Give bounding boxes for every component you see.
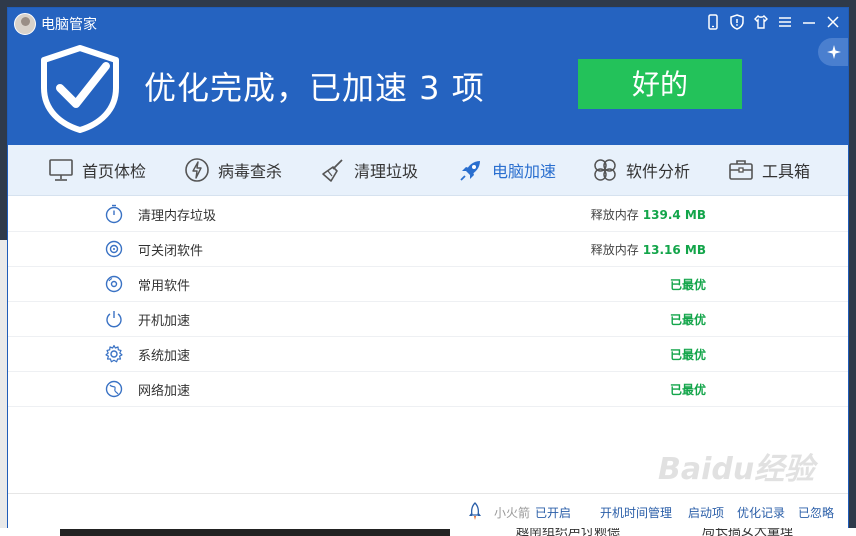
startup-items-link[interactable]: 启动项 <box>688 504 724 521</box>
row-label: 网络加速 <box>138 384 191 399</box>
rocket-icon <box>460 161 480 181</box>
tab-software-analysis-label: 软件分析 <box>626 162 691 181</box>
small-rocket-icon <box>469 502 481 520</box>
skin-icon[interactable] <box>754 14 768 30</box>
status-value: 已最优 <box>669 278 706 292</box>
status-prefix: 释放内存 <box>590 243 639 257</box>
tab-toolbox-label: 工具箱 <box>762 162 811 181</box>
timer-icon <box>105 204 123 224</box>
tab-clean-junk-label: 清理垃圾 <box>354 162 419 181</box>
row-label: 可关闭软件 <box>138 244 204 259</box>
tab-virus-scan[interactable]: 病毒查杀 <box>184 155 282 185</box>
list-item: 开机加速 已最优 <box>8 301 848 337</box>
close-icon[interactable] <box>826 14 840 30</box>
status-value: 已最优 <box>669 348 706 362</box>
tab-pc-speedup-label: 电脑加速 <box>492 162 557 181</box>
banner-message: 优化完成，已加速 3 项 <box>144 69 485 107</box>
toolbox-icon <box>729 160 753 180</box>
header: 电脑管家 优化完成，已加速 3 项 好的 <box>8 8 848 145</box>
sparkle-icon <box>827 45 841 59</box>
phone-icon[interactable] <box>706 14 720 30</box>
monitor-icon <box>49 159 73 181</box>
clover-icon <box>594 159 616 181</box>
status-value: 139.4 MB <box>642 208 706 222</box>
shield-check-logo-icon <box>41 45 119 133</box>
boot-time-link[interactable]: 开机时间管理 <box>600 504 672 521</box>
baidu-watermark: Baidu经验 <box>658 452 815 487</box>
status-value: 13.16 MB <box>642 243 706 257</box>
row-label: 开机加速 <box>138 314 191 329</box>
status-value: 已最优 <box>669 383 706 397</box>
shield-small-icon[interactable] <box>730 14 744 30</box>
row-label: 清理内存垃圾 <box>138 209 217 224</box>
ok-button[interactable]: 好的 <box>578 59 742 109</box>
list-item: 清理内存垃圾 释放内存 139.4 MB <box>8 196 848 232</box>
list-item: 可关闭软件 释放内存 13.16 MB <box>8 231 848 267</box>
status-prefix: 释放内存 <box>590 208 639 222</box>
float-pin-button[interactable] <box>818 38 848 66</box>
row-label: 常用软件 <box>138 279 191 294</box>
tab-home-checkup-label: 首页体检 <box>82 162 147 181</box>
window-controls <box>706 14 840 30</box>
list-item: 系统加速 已最优 <box>8 336 848 372</box>
background-text-2: 局长搞女大量理 <box>702 528 794 536</box>
avatar[interactable] <box>14 13 36 35</box>
list-item: 网络加速 已最优 <box>8 371 848 407</box>
main-nav: 首页体检 病毒查杀 清理垃圾 电脑加速 软件分析 工具箱 <box>8 145 848 196</box>
power-icon <box>106 311 122 328</box>
lightning-icon <box>185 158 209 182</box>
minimize-icon[interactable] <box>802 14 816 30</box>
rocket-status-link[interactable]: 已开启 <box>535 504 571 521</box>
row-status: 已最优 <box>670 276 706 293</box>
row-status: 已最优 <box>670 381 706 398</box>
globe-icon <box>105 380 123 398</box>
list-item: 常用软件 已最优 <box>8 266 848 302</box>
row-status: 释放内存 139.4 MB <box>591 206 706 223</box>
footer-bar: 小火箭 已开启 开机时间管理 启动项 优化记录 已忽略 <box>8 493 848 529</box>
row-status: 已最优 <box>670 346 706 363</box>
tab-virus-scan-label: 病毒查杀 <box>218 162 283 181</box>
broom-icon <box>322 159 343 182</box>
row-status: 已最优 <box>670 311 706 328</box>
tab-toolbox[interactable]: 工具箱 <box>728 155 810 185</box>
history-link[interactable]: 优化记录 <box>737 504 785 521</box>
disc-icon <box>105 240 123 258</box>
tab-clean-junk[interactable]: 清理垃圾 <box>320 155 418 185</box>
row-status: 释放内存 13.16 MB <box>591 241 706 258</box>
rocket-label: 小火箭 <box>494 506 531 520</box>
tab-home-checkup[interactable]: 首页体检 <box>48 155 146 185</box>
menu-icon[interactable] <box>778 14 792 30</box>
status-value: 已最优 <box>669 313 706 327</box>
ignored-link[interactable]: 已忽略 <box>798 504 834 521</box>
title-bar: 电脑管家 <box>8 8 848 38</box>
background-text-strip: 越南组织声讨赖德 局长搞女大量理 <box>0 528 856 536</box>
cd-icon <box>105 275 123 293</box>
background-text-1: 越南组织声讨赖德 <box>516 528 621 536</box>
row-label: 系统加速 <box>138 349 191 364</box>
app-title: 电脑管家 <box>41 17 97 33</box>
gear-icon <box>105 344 123 363</box>
tab-pc-speedup[interactable]: 电脑加速 <box>458 155 556 185</box>
tab-software-analysis[interactable]: 软件分析 <box>592 155 690 185</box>
